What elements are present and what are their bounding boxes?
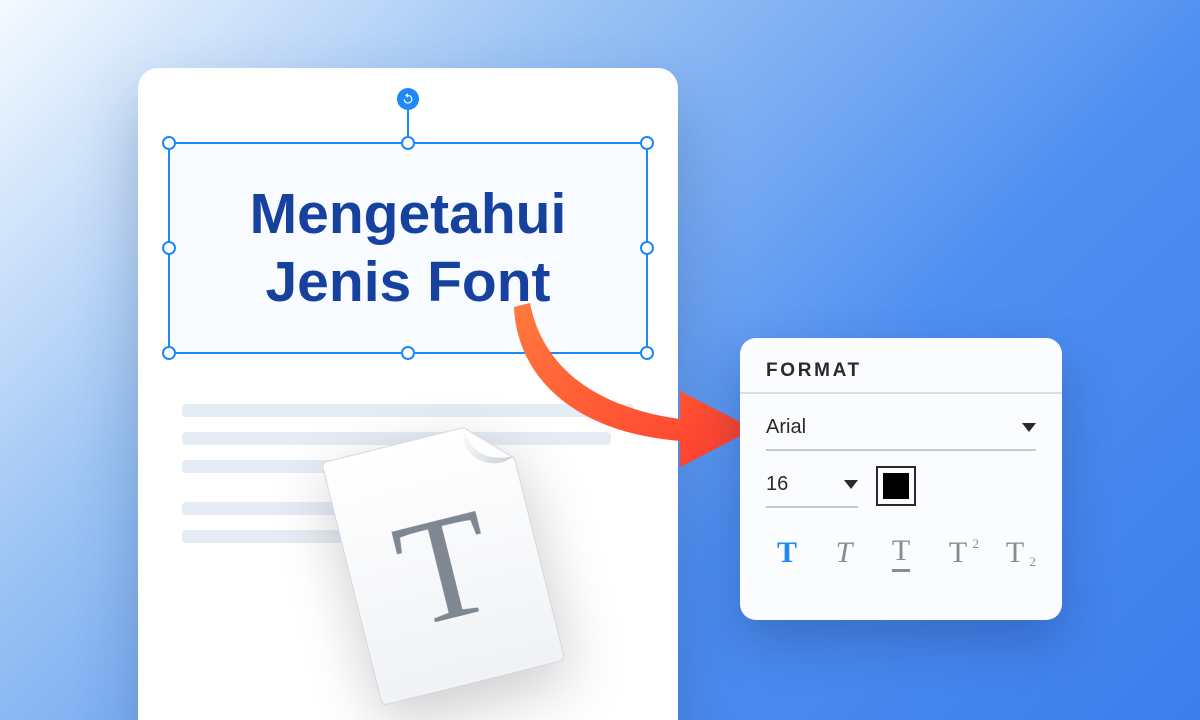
format-panel-title: FORMAT bbox=[740, 360, 1062, 392]
headline-text[interactable]: Mengetahui Jenis Font bbox=[170, 144, 646, 352]
rotate-icon bbox=[401, 92, 415, 106]
font-size-select[interactable]: 16 bbox=[766, 463, 858, 508]
rotation-handle[interactable] bbox=[397, 88, 419, 110]
font-family-select[interactable]: Arial bbox=[766, 406, 1036, 451]
format-panel: FORMAT Arial 16 T T T T 2 T 2 bbox=[740, 338, 1062, 620]
font-color-swatch bbox=[883, 473, 909, 499]
underline-button[interactable]: T bbox=[880, 534, 922, 572]
superscript-button[interactable]: T 2 bbox=[937, 534, 979, 572]
text-selection-box[interactable]: Mengetahui Jenis Font bbox=[168, 142, 648, 354]
dropdown-icon bbox=[1022, 423, 1036, 432]
subscript-button[interactable]: T 2 bbox=[994, 534, 1036, 572]
font-size-value: 16 bbox=[766, 473, 788, 496]
italic-button[interactable]: T bbox=[823, 534, 865, 572]
text-style-buttons: T T T T 2 T 2 bbox=[740, 508, 1062, 572]
font-family-value: Arial bbox=[766, 416, 806, 439]
text-color-button[interactable]: T bbox=[766, 534, 808, 572]
dropdown-icon bbox=[844, 480, 858, 489]
font-color-picker[interactable] bbox=[876, 466, 916, 506]
